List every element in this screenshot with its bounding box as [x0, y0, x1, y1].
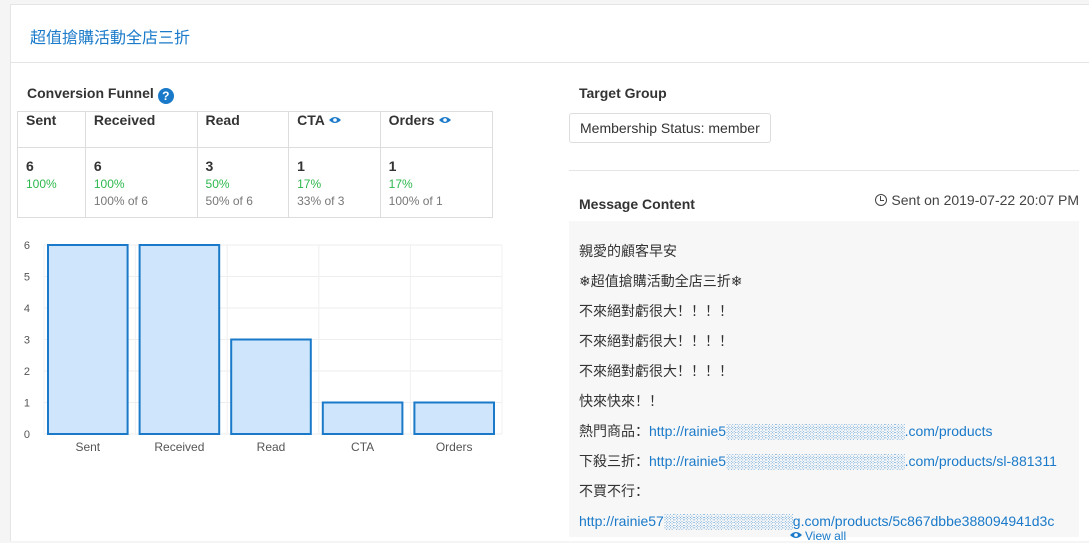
message-line: ❄超值搶購活動全店三折❄	[579, 273, 743, 289]
bar-sent[interactable]	[47, 244, 129, 435]
target-group-title: Target Group	[579, 85, 667, 101]
message-line: 不買不行：	[579, 483, 649, 499]
bar-orders[interactable]	[413, 401, 495, 435]
funnel-cell-orders: 1 17% 100% of 1	[379, 147, 494, 218]
y-tick-label: 5	[24, 272, 30, 284]
message-link[interactable]: http://rainie5░░░░░░░░░░░░░░░░░░.com/pro…	[649, 423, 993, 439]
eye-icon	[790, 532, 802, 538]
eye-icon[interactable]	[438, 116, 451, 124]
funnel-header-sent: Sent	[17, 111, 86, 148]
message-line: 不來絕對虧很大！！！！	[579, 303, 733, 319]
bar-received[interactable]	[138, 244, 221, 435]
x-tick-label: Sent	[75, 440, 100, 454]
divider	[569, 170, 1079, 171]
help-icon[interactable]: ?	[157, 88, 174, 104]
funnel-header-received: Received	[84, 111, 198, 148]
bar-cta[interactable]	[321, 401, 404, 435]
x-tick-label: CTA	[351, 440, 374, 454]
y-tick-label: 1	[24, 398, 30, 410]
message-box: 親愛的顧客早安 ❄超值搶購活動全店三折❄ 不來絕對虧很大！！！！ 不來絕對虧很大…	[569, 221, 1079, 537]
membership-tag: Membership Status: member	[569, 113, 771, 143]
eye-icon[interactable]	[328, 116, 341, 124]
message-line: 不來絕對虧很大！！！！	[579, 363, 733, 379]
funnel-table: Sent Received Read CTA Orders 6 100% 6 100…	[17, 111, 494, 218]
y-tick-label: 3	[24, 335, 30, 347]
message-line: 快來快來！！	[579, 393, 663, 409]
x-tick-label: Received	[154, 440, 204, 454]
funnel-header-read: Read	[196, 111, 290, 148]
y-tick-label: 4	[24, 303, 30, 315]
card-header: 超值搶購活動全店三折	[11, 5, 1089, 63]
x-tick-label: Read	[257, 440, 286, 454]
funnel-header-orders: Orders	[379, 111, 494, 148]
message-line: 不來絕對虧很大！！！！	[579, 333, 733, 349]
funnel-cell-read: 3 50% 50% of 6	[196, 147, 290, 218]
message-line: 下殺三折：http://rainie5░░░░░░░░░░░░░░░░░░.co…	[579, 453, 1057, 469]
message-link[interactable]: http://rainie57░░░░░░░░░░░░░g.com/produc…	[579, 513, 1054, 529]
funnel-cell-cta: 1 17% 33% of 3	[288, 147, 381, 218]
message-line: 熱門商品：http://rainie5░░░░░░░░░░░░░░░░░░.co…	[579, 423, 993, 439]
message-line: 親愛的顧客早安	[579, 243, 677, 259]
x-tick-label: Orders	[436, 440, 473, 454]
bar-read[interactable]	[230, 338, 312, 435]
sent-on-label: Sent on 2019-07-22 20:07 PM	[875, 192, 1079, 208]
funnel-title: Conversion Funnel?	[27, 85, 174, 104]
funnel-title-text: Conversion Funnel	[27, 85, 154, 101]
funnel-cell-received: 6 100% 100% of 6	[84, 147, 198, 218]
y-tick-label: 0	[24, 429, 30, 441]
funnel-bar-chart: 0 1 2 3 4 5 6 Sent Received Read CTA Orders	[24, 240, 503, 454]
funnel-header-cta: CTA	[288, 111, 381, 148]
funnel-cell-sent: 6 100%	[17, 147, 86, 218]
message-link[interactable]: http://rainie5░░░░░░░░░░░░░░░░░░.com/pro…	[649, 453, 1057, 469]
campaign-title[interactable]: 超值搶購活動全店三折	[30, 30, 190, 47]
sent-on-text: Sent on 2019-07-22 20:07 PM	[891, 192, 1079, 208]
clock-icon	[875, 194, 888, 206]
y-tick-label: 6	[24, 240, 30, 252]
message-content-title: Message Content	[579, 196, 695, 212]
y-tick-label: 2	[24, 366, 30, 378]
